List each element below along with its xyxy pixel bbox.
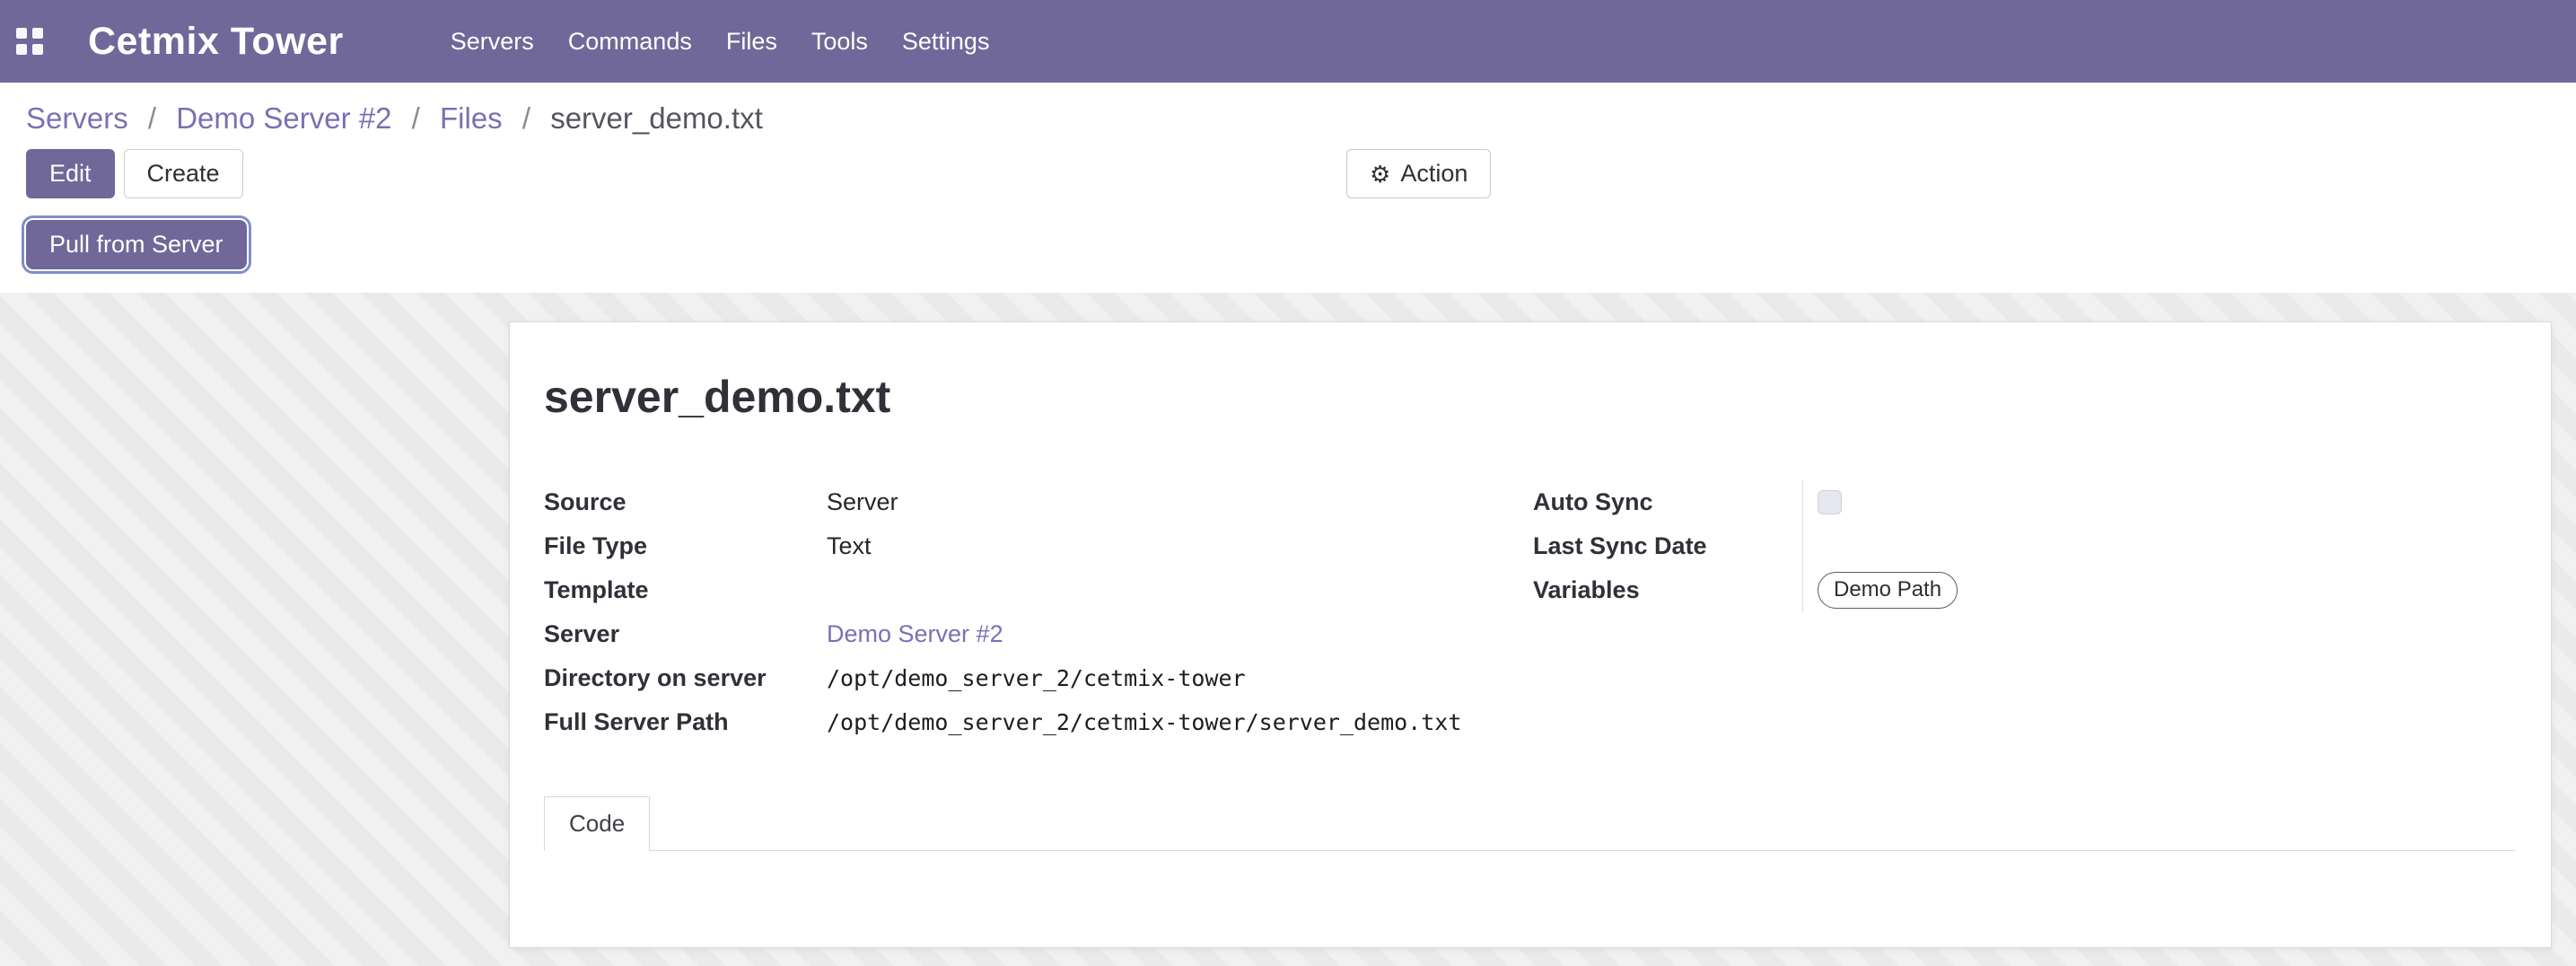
edit-button[interactable]: Edit bbox=[26, 149, 115, 198]
field-label-server: Server bbox=[544, 620, 827, 648]
gear-icon: ⚙ bbox=[1370, 162, 1390, 186]
field-row-full-path: Full Server Path /opt/demo_server_2/cetm… bbox=[544, 700, 1533, 744]
form-buttons-row: Edit Create bbox=[26, 149, 2576, 198]
breadcrumb-separator: / bbox=[412, 101, 420, 135]
field-value-file-type: Text bbox=[827, 532, 1533, 560]
action-button[interactable]: ⚙ Action bbox=[1346, 149, 1491, 198]
field-value-last-sync-date bbox=[1802, 524, 2515, 568]
nav-item-files[interactable]: Files bbox=[709, 0, 794, 83]
control-panel: Servers / Demo Server #2 / Files / serve… bbox=[0, 83, 2576, 293]
server-record-link[interactable]: Demo Server #2 bbox=[827, 620, 1003, 647]
breadcrumb-link-demo-server[interactable]: Demo Server #2 bbox=[176, 101, 391, 135]
nav-item-servers[interactable]: Servers bbox=[434, 0, 551, 83]
nav-item-commands[interactable]: Commands bbox=[551, 0, 709, 83]
field-value-full-path: /opt/demo_server_2/cetmix-tower/server_d… bbox=[827, 709, 1533, 735]
content-area: server_demo.txt Source Server File Type … bbox=[0, 293, 2576, 966]
apps-menu-icon[interactable] bbox=[16, 28, 43, 55]
breadcrumb: Servers / Demo Server #2 / Files / serve… bbox=[26, 101, 2576, 136]
record-buttons-row: Pull from Server bbox=[26, 220, 2576, 269]
field-label-file-type: File Type bbox=[544, 532, 827, 560]
create-button[interactable]: Create bbox=[124, 149, 243, 198]
form-sheet: server_demo.txt Source Server File Type … bbox=[509, 321, 2552, 948]
top-navbar: Cetmix Tower Servers Commands Files Tool… bbox=[0, 0, 2576, 83]
breadcrumb-separator: / bbox=[148, 101, 156, 135]
apps-icon-square bbox=[16, 28, 27, 39]
nav-menu: Servers Commands Files Tools Settings bbox=[434, 0, 1007, 83]
apps-icon-square bbox=[16, 44, 27, 55]
tab-content-code bbox=[544, 851, 2515, 923]
pull-from-server-button[interactable]: Pull from Server bbox=[26, 220, 247, 269]
field-value-directory: /opt/demo_server_2/cetmix-tower bbox=[827, 665, 1533, 691]
field-group-right: Auto Sync Last Sync Date Variables Demo … bbox=[1533, 480, 2515, 744]
field-row-server: Server Demo Server #2 bbox=[544, 612, 1533, 656]
field-label-last-sync-date: Last Sync Date bbox=[1533, 532, 1802, 560]
tab-code[interactable]: Code bbox=[544, 796, 650, 851]
field-row-auto-sync: Auto Sync bbox=[1533, 480, 2515, 524]
action-button-label: Action bbox=[1400, 162, 1468, 186]
field-row-file-type: File Type Text bbox=[544, 524, 1533, 568]
record-title: server_demo.txt bbox=[544, 371, 2515, 423]
field-label-directory: Directory on server bbox=[544, 664, 827, 692]
nav-item-tools[interactable]: Tools bbox=[794, 0, 885, 83]
field-label-variables: Variables bbox=[1533, 576, 1802, 604]
auto-sync-checkbox bbox=[1818, 490, 1842, 514]
breadcrumb-separator: / bbox=[522, 101, 530, 135]
field-group-left: Source Server File Type Text Template Se… bbox=[544, 480, 1533, 744]
variable-tag-demo-path: Demo Path bbox=[1818, 572, 1958, 609]
breadcrumb-link-files[interactable]: Files bbox=[440, 101, 503, 135]
field-label-full-path: Full Server Path bbox=[544, 708, 827, 736]
field-row-directory: Directory on server /opt/demo_server_2/c… bbox=[544, 656, 1533, 700]
field-label-auto-sync: Auto Sync bbox=[1533, 488, 1802, 516]
field-row-variables: Variables Demo Path bbox=[1533, 568, 2515, 612]
apps-icon-square bbox=[32, 44, 43, 55]
apps-icon-square bbox=[32, 28, 43, 39]
field-groups: Source Server File Type Text Template Se… bbox=[544, 480, 2515, 744]
field-value-source: Server bbox=[827, 488, 1533, 516]
field-row-source: Source Server bbox=[544, 480, 1533, 524]
action-menu-wrap: ⚙ Action bbox=[1346, 149, 1491, 198]
nav-item-settings[interactable]: Settings bbox=[885, 0, 1007, 83]
field-row-last-sync-date: Last Sync Date bbox=[1533, 524, 2515, 568]
field-label-template: Template bbox=[544, 576, 827, 604]
field-label-source: Source bbox=[544, 488, 827, 516]
breadcrumb-current: server_demo.txt bbox=[550, 101, 763, 135]
breadcrumb-link-servers[interactable]: Servers bbox=[26, 101, 128, 135]
app-brand[interactable]: Cetmix Tower bbox=[88, 20, 344, 64]
notebook-tabs: Code bbox=[544, 796, 2515, 851]
field-row-template: Template bbox=[544, 568, 1533, 612]
